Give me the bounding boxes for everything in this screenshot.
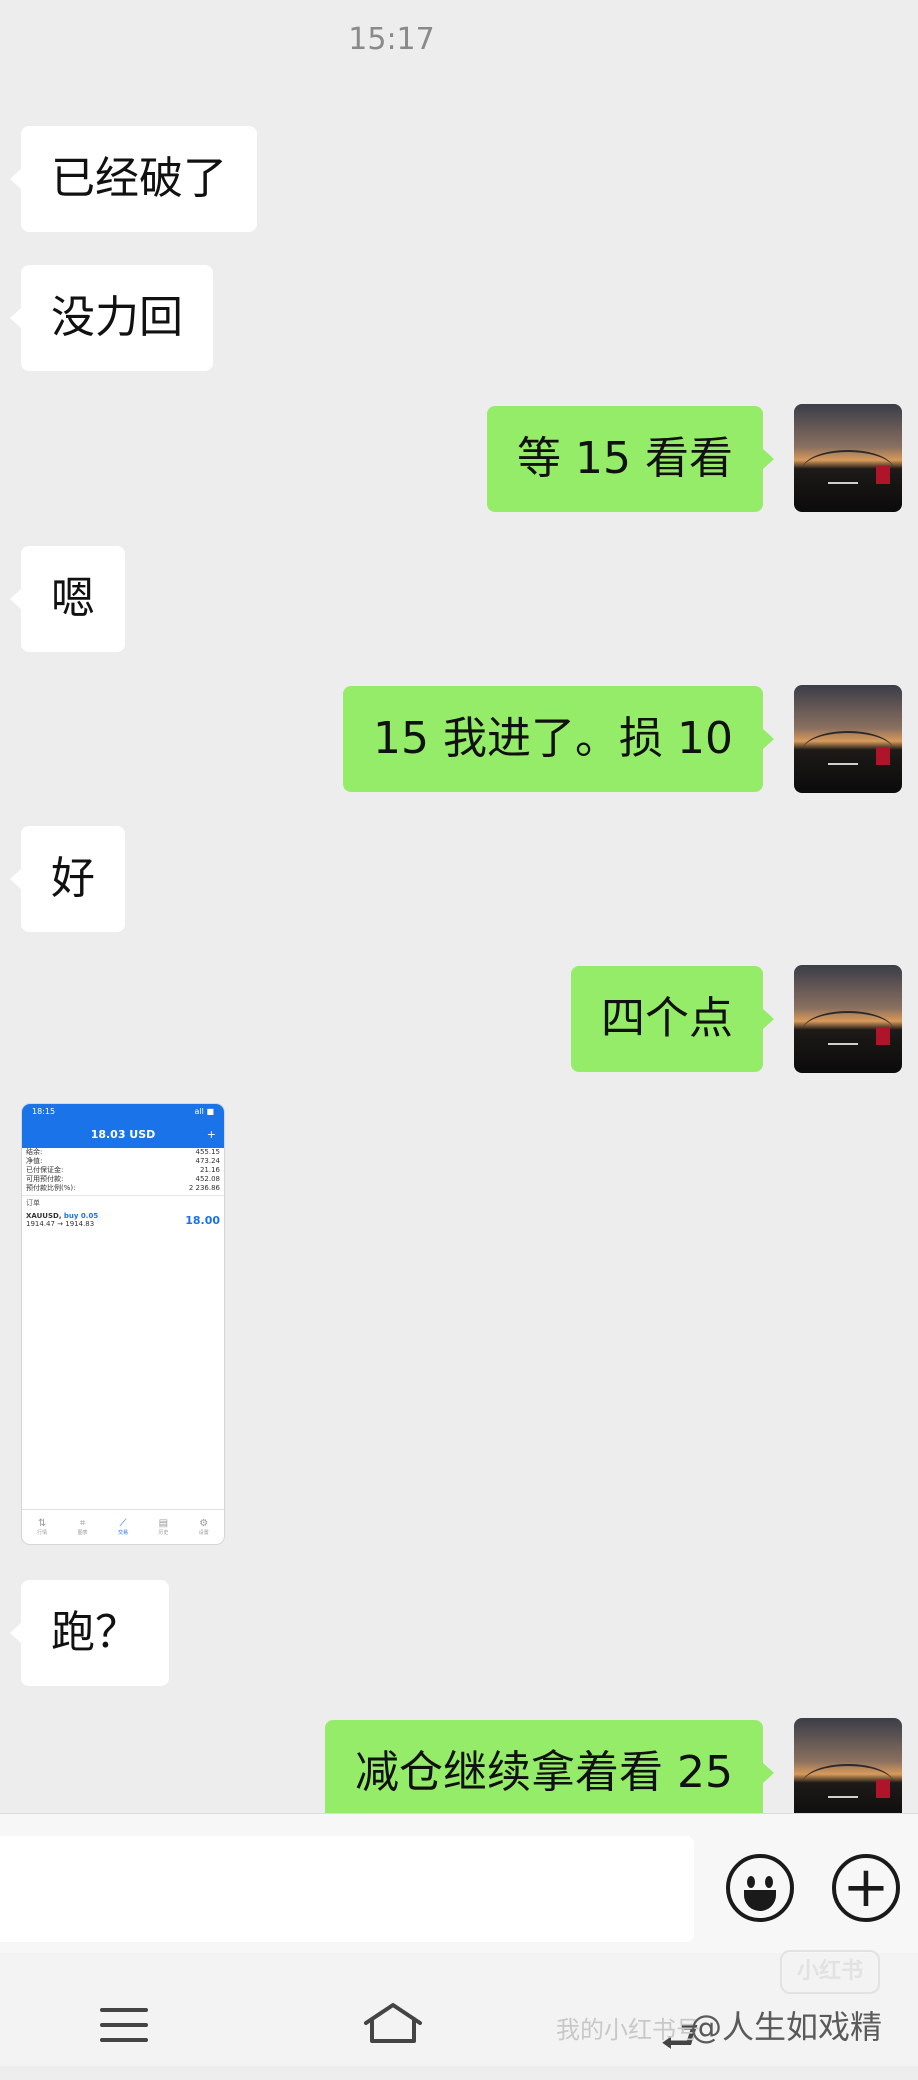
screenshot-row: 净值: 473.24 (22, 1157, 224, 1166)
screenshot-tab-label: 历史 (158, 1529, 169, 1536)
message-bubble-right[interactable]: 四个点 (571, 966, 774, 1072)
screenshot-plus-icon: + (206, 1128, 216, 1141)
message-bubble-right[interactable]: 15 我进了。损 10 (343, 686, 774, 792)
message-bubble-left[interactable]: 跑？ (10, 1580, 169, 1686)
input-bar: + (0, 1813, 918, 1954)
history-icon: ▤ (158, 1517, 169, 1529)
chart-icon: ⌗ (79, 1517, 86, 1529)
screenshot-row-label: 结余: (26, 1148, 43, 1156)
message-bubble-left[interactable]: 已经破了 (10, 126, 257, 232)
screenshot-symbol: XAUUSD, (26, 1212, 62, 1220)
trade-icon: ⟋ (119, 1517, 127, 1529)
gear-icon: ⚙ (199, 1517, 209, 1529)
screenshot-status-bar: 18:15 all ■ (22, 1104, 224, 1122)
screenshot-tab-chart: ⌗ 图表 (72, 1517, 94, 1536)
screenshot-row-value: 452.08 (195, 1175, 221, 1183)
screenshot-row: 已付保证金: 21.16 (22, 1166, 224, 1175)
screenshot-tab-label: 行情 (37, 1529, 48, 1536)
smiley-icon-mouth (744, 1890, 776, 1911)
screenshot-tab-label: 交易 (117, 1529, 128, 1536)
message-bubble-left[interactable]: 嗯 (10, 546, 125, 652)
screenshot-row-value: 455.15 (195, 1148, 221, 1156)
screenshot-position: XAUUSD, buy 0.05 1914.47 → 1914.83 18.00 (22, 1210, 224, 1236)
screenshot-position-pnl: 18.00 (185, 1214, 220, 1227)
watermark-account: 我的小红书号 (556, 2016, 700, 2044)
image-message[interactable]: 18:15 all ■ 18.03 USD + 结余: 455.15 净值: 473… (22, 1104, 224, 1544)
screenshot-row-label: 净值: (26, 1157, 43, 1165)
screenshot-tab-label: 图表 (77, 1529, 88, 1536)
avatar-dashboard (802, 1764, 894, 1804)
menu-icon[interactable] (100, 2008, 148, 2053)
screenshot-section-header: 订单 (22, 1195, 224, 1210)
smiley-icon-eye (765, 1876, 773, 1888)
message-bubble-left[interactable]: 没力回 (10, 265, 213, 371)
screenshot-row-value: 21.16 (199, 1166, 220, 1174)
screenshot-title-bar: 18.03 USD + (22, 1122, 224, 1148)
screenshot-tab-label: 设置 (198, 1529, 209, 1536)
screenshot-row-label: 已付保证金: (26, 1166, 64, 1174)
screenshot-status-icons: all ■ (194, 1107, 214, 1116)
screenshot-row: 可用预付款: 452.08 (22, 1175, 224, 1184)
message-bubble-right[interactable]: 减仓继续拿着看 25 (325, 1720, 774, 1826)
screenshot-status-time: 18:15 (32, 1107, 56, 1116)
emoji-button[interactable] (726, 1854, 794, 1922)
smiley-icon-eye (747, 1876, 755, 1888)
avatar[interactable] (794, 404, 902, 512)
screenshot-row: 预付款比例(%): 2 236.86 (22, 1184, 224, 1193)
screenshot-tab-settings: ⚙ 设置 (193, 1517, 215, 1536)
avatar-dashboard (802, 450, 894, 490)
avatar[interactable] (794, 685, 902, 793)
message-input[interactable] (0, 1836, 694, 1942)
watermark-logo: 小红书 (780, 1950, 880, 1994)
screenshot-tab-bar: ⇅ 行情 ⌗ 图表 ⟋ 交易 ▤ 历史 ⚙ 设置 (22, 1509, 224, 1544)
message-bubble-right[interactable]: 等 15 看看 (487, 406, 774, 512)
screenshot-row-value: 2 236.86 (188, 1184, 220, 1192)
screenshot-row: 结余: 455.15 (22, 1148, 224, 1157)
avatar-dashboard (802, 1011, 894, 1051)
screenshot-tab-quotes: ⇅ 行情 (31, 1517, 53, 1536)
home-icon[interactable] (362, 2001, 424, 2045)
screenshot-row-label: 可用预付款: (26, 1175, 64, 1183)
screenshot-row-value: 473.24 (195, 1157, 221, 1165)
avatar-dashboard (802, 731, 894, 771)
avatar[interactable] (794, 1718, 902, 1826)
quotes-icon: ⇅ (37, 1517, 47, 1529)
screenshot-side: buy 0.05 (63, 1212, 99, 1220)
screenshot-tab-trade: ⟋ 交易 (112, 1517, 134, 1536)
timestamp: 15:17 (348, 22, 435, 57)
screenshot-title: 18.03 USD (90, 1128, 156, 1141)
screenshot-row-label: 预付款比例(%): (26, 1184, 76, 1192)
more-button[interactable]: + (832, 1854, 900, 1922)
screenshot-tab-history: ▤ 历史 (152, 1517, 174, 1536)
avatar[interactable] (794, 965, 902, 1073)
message-bubble-left[interactable]: 好 (10, 826, 125, 932)
watermark-author: @人生如戏精 (690, 2008, 883, 2046)
home-icon-graphic (364, 2003, 422, 2043)
